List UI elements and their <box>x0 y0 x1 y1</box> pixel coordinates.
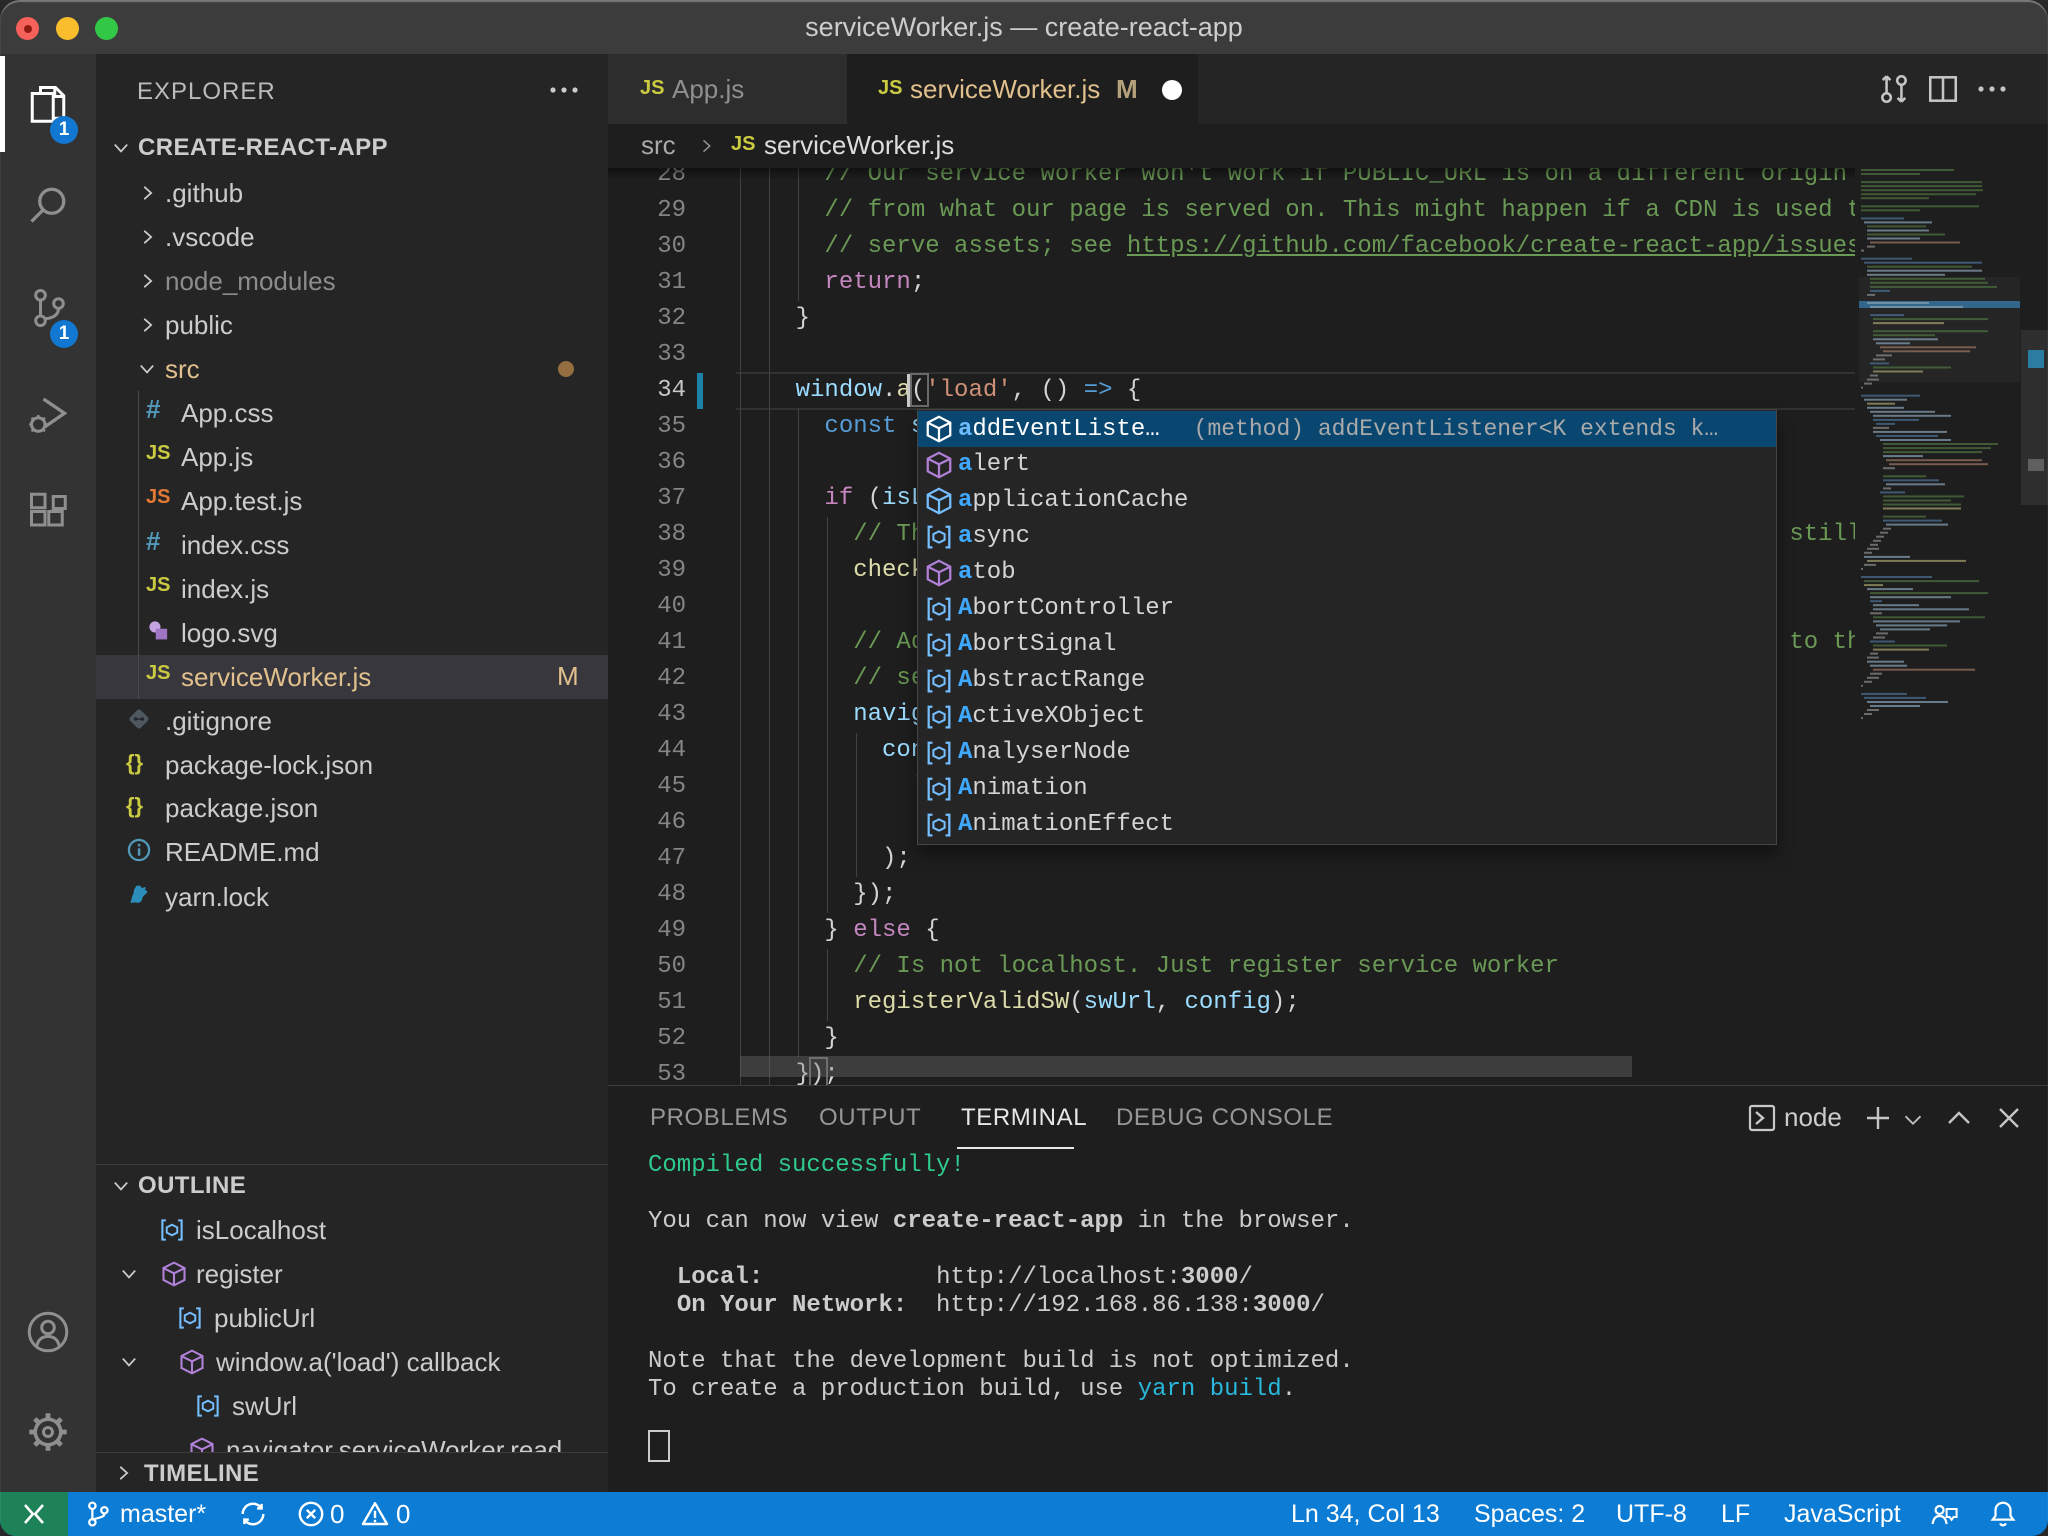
svg-text:0: 0 <box>396 1499 410 1529</box>
svg-text:0: 0 <box>330 1499 344 1529</box>
